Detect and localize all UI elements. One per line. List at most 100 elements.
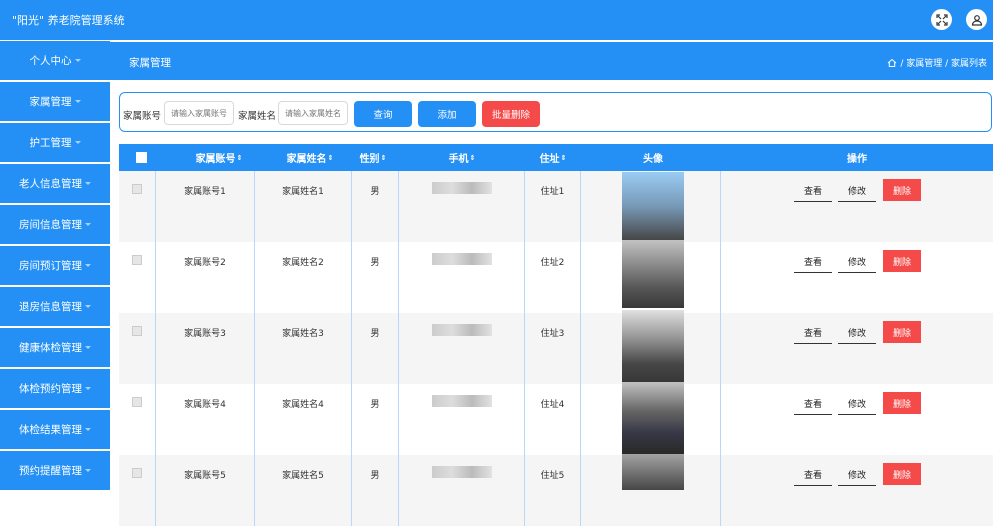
sort-icon[interactable]: ⇕ [381,154,387,162]
caret-down-icon [85,182,91,185]
header-actions: 操作 [847,154,867,165]
name-label: 家属姓名 [238,111,277,122]
cell-address: 住址4 [540,400,565,410]
avatar-image [622,454,684,490]
select-all-checkbox[interactable] [135,144,147,171]
avatar-image [622,310,684,382]
caret-down-icon [85,469,91,472]
view-button[interactable]: 查看 [794,464,832,486]
add-button[interactable]: 添加 [418,101,476,127]
delete-button[interactable]: 删除 [883,321,921,343]
cell-phone-redacted [432,324,492,336]
sidebar-item-caregiver[interactable]: 护工管理 [0,123,110,162]
sort-icon[interactable]: ⇕ [561,154,567,162]
sidebar-item-elder-info[interactable]: 老人信息管理 [0,164,110,203]
row-checkbox[interactable] [132,255,142,265]
cell-name: 家属姓名5 [282,471,324,481]
app-title: "阳光" 养老院管理系统 [12,14,125,27]
row-checkbox[interactable] [132,184,142,194]
cell-phone-redacted [432,182,492,194]
avatar-image [622,382,684,454]
cell-phone-redacted [432,395,492,407]
query-button[interactable]: 查询 [354,101,412,127]
row-checkbox[interactable] [132,326,142,336]
table-row: 家属账号1 家属姓名1 男 住址1 查看 修改 删除 [119,171,993,242]
header-gender[interactable]: 性别 ⇕ [352,144,394,171]
breadcrumb-path[interactable]: / 家属管理 / 家属列表 [900,56,987,69]
cell-name: 家属姓名2 [282,258,324,268]
caret-down-icon [85,346,91,349]
caret-down-icon [85,305,91,308]
delete-button[interactable]: 删除 [883,392,921,414]
sidebar-item-label: 个人中心 [29,55,72,67]
fullscreen-icon[interactable] [931,9,952,30]
sidebar-item-label: 家属管理 [29,96,72,108]
caret-down-icon [85,223,91,226]
header-name[interactable]: 家属姓名 ⇕ [255,144,365,171]
row-checkbox[interactable] [132,468,142,478]
header-address[interactable]: 住址 ⇕ [525,144,581,171]
edit-button[interactable]: 修改 [838,464,876,486]
cell-name: 家属姓名4 [282,400,324,410]
sidebar-item-room-info[interactable]: 房间信息管理 [0,205,110,244]
view-button[interactable]: 查看 [794,251,832,273]
header-avatar: 头像 [643,154,663,165]
caret-down-icon [74,100,81,103]
batch-delete-button[interactable]: 批量删除 [482,101,540,127]
cell-address: 住址5 [540,471,565,481]
delete-button[interactable]: 删除 [883,250,921,272]
home-icon[interactable] [887,58,897,68]
account-label: 家属账号 [123,111,162,122]
sidebar-item-check-booking[interactable]: 体检预约管理 [0,369,110,408]
user-icon[interactable] [966,9,987,30]
sort-icon[interactable]: ⇕ [328,154,334,162]
content-header: 家属管理 / 家属管理 / 家属列表 [110,42,993,80]
view-button[interactable]: 查看 [794,393,832,415]
edit-button[interactable]: 修改 [838,180,876,202]
cell-phone-redacted [432,253,492,265]
cell-gender: 男 [370,329,380,339]
sidebar-item-check-result[interactable]: 体检结果管理 [0,410,110,449]
view-button[interactable]: 查看 [794,180,832,202]
cell-account: 家属账号4 [184,400,226,410]
sidebar-item-label: 健康体检管理 [19,342,82,354]
row-checkbox[interactable] [132,397,142,407]
cell-address: 住址3 [540,329,565,339]
delete-button[interactable]: 删除 [883,463,921,485]
header-phone[interactable]: 手机 ⇕ [399,144,525,171]
edit-button[interactable]: 修改 [838,322,876,344]
caret-down-icon [74,59,81,62]
table-header: 家属账号 ⇕ 家属姓名 ⇕ 性别 ⇕ 手机 ⇕ 住址 ⇕ 头像 操作 [119,144,993,171]
sidebar-item-personal-center[interactable]: 个人中心 [0,41,110,80]
edit-button[interactable]: 修改 [838,251,876,273]
sidebar-item-label: 预约提醒管理 [19,465,82,477]
sidebar-item-health-check[interactable]: 健康体检管理 [0,328,110,367]
search-panel: 家属账号 家属姓名 查询 添加 批量删除 [119,92,992,132]
sidebar-item-label: 房间预订管理 [19,260,82,272]
delete-button[interactable]: 删除 [883,179,921,201]
view-button[interactable]: 查看 [794,322,832,344]
cell-gender: 男 [370,258,380,268]
sidebar-item-booking-reminder[interactable]: 预约提醒管理 [0,451,110,490]
top-icons [931,9,987,30]
cell-address: 住址2 [540,258,565,268]
sidebar-item-label: 护工管理 [29,137,72,149]
sidebar-item-checkout-info[interactable]: 退房信息管理 [0,287,110,326]
account-search-input[interactable] [164,101,234,125]
cell-gender: 男 [370,471,380,481]
edit-button[interactable]: 修改 [838,393,876,415]
name-search-input[interactable] [278,101,348,125]
sidebar-item-label: 体检结果管理 [19,424,82,436]
cell-gender: 男 [370,187,380,197]
sidebar-item-family[interactable]: 家属管理 [0,82,110,121]
table-row: 家属账号3 家属姓名3 男 住址3 查看 修改 删除 [119,313,993,384]
cell-account: 家属账号3 [184,329,226,339]
sidebar-item-room-booking[interactable]: 房间预订管理 [0,246,110,285]
breadcrumb: / 家属管理 / 家属列表 [887,56,987,69]
sort-icon[interactable]: ⇕ [470,154,476,162]
top-bar: "阳光" 养老院管理系统 [0,0,993,40]
cell-name: 家属姓名3 [282,329,324,339]
caret-down-icon [85,428,91,431]
sort-icon[interactable]: ⇕ [237,154,243,162]
table-row: 家属账号4 家属姓名4 男 住址4 查看 修改 删除 [119,384,993,455]
